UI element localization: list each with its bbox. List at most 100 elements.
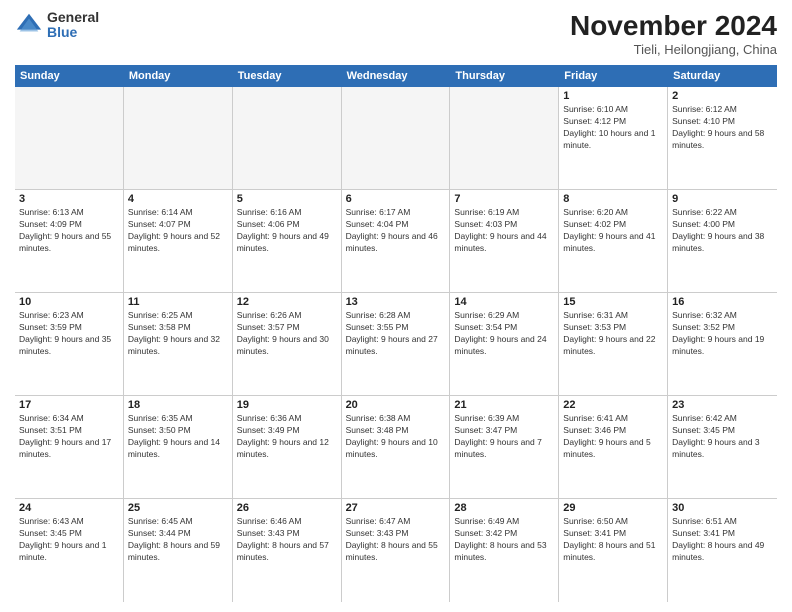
- day-number: 6: [346, 193, 446, 205]
- day-info: Sunrise: 6:25 AM Sunset: 3:58 PM Dayligh…: [128, 310, 228, 358]
- calendar-cell: 8 Sunrise: 6:20 AM Sunset: 4:02 PM Daylig…: [559, 190, 668, 292]
- day-info: Sunrise: 6:19 AM Sunset: 4:03 PM Dayligh…: [454, 207, 554, 255]
- day-info: Sunrise: 6:12 AM Sunset: 4:10 PM Dayligh…: [672, 104, 773, 152]
- logo-blue-text: Blue: [47, 25, 99, 40]
- day-info: Sunrise: 6:31 AM Sunset: 3:53 PM Dayligh…: [563, 310, 663, 358]
- header-friday: Friday: [559, 65, 668, 87]
- day-info: Sunrise: 6:29 AM Sunset: 3:54 PM Dayligh…: [454, 310, 554, 358]
- logo-text: General Blue: [47, 10, 99, 41]
- calendar-cell: 17Sunrise: 6:34 AM Sunset: 3:51 PM Dayli…: [15, 396, 124, 498]
- day-number: 14: [454, 296, 554, 308]
- day-info: Sunrise: 6:49 AM Sunset: 3:42 PM Dayligh…: [454, 516, 554, 564]
- calendar-cell: 23 Sunrise: 6:42 AM Sunset: 3:45 PM Dayli…: [668, 396, 777, 498]
- day-info: Sunrise: 6:42 AM Sunset: 3:45 PM Dayligh…: [672, 413, 773, 461]
- calendar-cell: 29 Sunrise: 6:50 AM Sunset: 3:41 PM Dayli…: [559, 499, 668, 602]
- header-wednesday: Wednesday: [342, 65, 451, 87]
- day-number: 4: [128, 193, 228, 205]
- calendar-cell: 10Sunrise: 6:23 AM Sunset: 3:59 PM Dayli…: [15, 293, 124, 395]
- calendar-cell: 18Sunrise: 6:35 AM Sunset: 3:50 PM Dayli…: [124, 396, 233, 498]
- logo: General Blue: [15, 10, 99, 41]
- day-number: 27: [346, 502, 446, 514]
- day-number: 29: [563, 502, 663, 514]
- calendar-cell: 1 Sunrise: 6:10 AM Sunset: 4:12 PM Daylig…: [559, 87, 668, 189]
- day-info: Sunrise: 6:28 AM Sunset: 3:55 PM Dayligh…: [346, 310, 446, 358]
- day-info: Sunrise: 6:39 AM Sunset: 3:47 PM Dayligh…: [454, 413, 554, 461]
- day-info: Sunrise: 6:20 AM Sunset: 4:02 PM Dayligh…: [563, 207, 663, 255]
- day-info: Sunrise: 6:50 AM Sunset: 3:41 PM Dayligh…: [563, 516, 663, 564]
- calendar-cell: 14 Sunrise: 6:29 AM Sunset: 3:54 PM Dayli…: [450, 293, 559, 395]
- day-info: Sunrise: 6:10 AM Sunset: 4:12 PM Dayligh…: [563, 104, 663, 152]
- day-number: 8: [563, 193, 663, 205]
- day-number: 7: [454, 193, 554, 205]
- header-sunday: Sunday: [15, 65, 124, 87]
- day-number: 30: [672, 502, 773, 514]
- calendar-cell: 16Sunrise: 6:32 AM Sunset: 3:52 PM Dayli…: [668, 293, 777, 395]
- day-info: Sunrise: 6:41 AM Sunset: 3:46 PM Dayligh…: [563, 413, 663, 461]
- day-number: 19: [237, 399, 337, 411]
- logo-general-text: General: [47, 10, 99, 25]
- page: General Blue November 2024 Tieli, Heilon…: [0, 0, 792, 612]
- day-number: 9: [672, 193, 773, 205]
- calendar-week-1: 3 Sunrise: 6:13 AM Sunset: 4:09 PM Daylig…: [15, 190, 777, 293]
- calendar-cell: [342, 87, 451, 189]
- calendar-week-3: 17Sunrise: 6:34 AM Sunset: 3:51 PM Dayli…: [15, 396, 777, 499]
- calendar-cell: 26 Sunrise: 6:46 AM Sunset: 3:43 PM Dayli…: [233, 499, 342, 602]
- day-info: Sunrise: 6:13 AM Sunset: 4:09 PM Dayligh…: [19, 207, 119, 255]
- day-number: 16: [672, 296, 773, 308]
- month-title: November 2024: [570, 10, 777, 42]
- day-number: 12: [237, 296, 337, 308]
- day-number: 15: [563, 296, 663, 308]
- day-info: Sunrise: 6:46 AM Sunset: 3:43 PM Dayligh…: [237, 516, 337, 564]
- calendar-header: Sunday Monday Tuesday Wednesday Thursday…: [15, 65, 777, 87]
- location: Tieli, Heilongjiang, China: [570, 42, 777, 57]
- calendar-cell: 7 Sunrise: 6:19 AM Sunset: 4:03 PM Daylig…: [450, 190, 559, 292]
- calendar-cell: [233, 87, 342, 189]
- day-info: Sunrise: 6:38 AM Sunset: 3:48 PM Dayligh…: [346, 413, 446, 461]
- day-number: 23: [672, 399, 773, 411]
- day-number: 24: [19, 502, 119, 514]
- calendar-cell: 12 Sunrise: 6:26 AM Sunset: 3:57 PM Dayli…: [233, 293, 342, 395]
- day-number: 3: [19, 193, 119, 205]
- calendar-cell: 24Sunrise: 6:43 AM Sunset: 3:45 PM Dayli…: [15, 499, 124, 602]
- day-number: 25: [128, 502, 228, 514]
- calendar: Sunday Monday Tuesday Wednesday Thursday…: [15, 65, 777, 602]
- day-number: 17: [19, 399, 119, 411]
- calendar-cell: [450, 87, 559, 189]
- calendar-cell: 9 Sunrise: 6:22 AM Sunset: 4:00 PM Daylig…: [668, 190, 777, 292]
- calendar-cell: 2 Sunrise: 6:12 AM Sunset: 4:10 PM Daylig…: [668, 87, 777, 189]
- header: General Blue November 2024 Tieli, Heilon…: [15, 10, 777, 57]
- header-tuesday: Tuesday: [233, 65, 342, 87]
- calendar-cell: [124, 87, 233, 189]
- day-number: 13: [346, 296, 446, 308]
- day-info: Sunrise: 6:17 AM Sunset: 4:04 PM Dayligh…: [346, 207, 446, 255]
- calendar-cell: 22 Sunrise: 6:41 AM Sunset: 3:46 PM Dayli…: [559, 396, 668, 498]
- day-info: Sunrise: 6:36 AM Sunset: 3:49 PM Dayligh…: [237, 413, 337, 461]
- calendar-cell: 28 Sunrise: 6:49 AM Sunset: 3:42 PM Dayli…: [450, 499, 559, 602]
- day-number: 20: [346, 399, 446, 411]
- day-info: Sunrise: 6:22 AM Sunset: 4:00 PM Dayligh…: [672, 207, 773, 255]
- day-number: 2: [672, 90, 773, 102]
- calendar-cell: 5Sunrise: 6:16 AM Sunset: 4:06 PM Daylig…: [233, 190, 342, 292]
- calendar-cell: 13 Sunrise: 6:28 AM Sunset: 3:55 PM Dayli…: [342, 293, 451, 395]
- day-number: 26: [237, 502, 337, 514]
- day-number: 11: [128, 296, 228, 308]
- calendar-week-4: 24Sunrise: 6:43 AM Sunset: 3:45 PM Dayli…: [15, 499, 777, 602]
- calendar-cell: 21Sunrise: 6:39 AM Sunset: 3:47 PM Dayli…: [450, 396, 559, 498]
- calendar-week-2: 10Sunrise: 6:23 AM Sunset: 3:59 PM Dayli…: [15, 293, 777, 396]
- day-info: Sunrise: 6:35 AM Sunset: 3:50 PM Dayligh…: [128, 413, 228, 461]
- day-info: Sunrise: 6:23 AM Sunset: 3:59 PM Dayligh…: [19, 310, 119, 358]
- day-number: 1: [563, 90, 663, 102]
- calendar-body: 1 Sunrise: 6:10 AM Sunset: 4:12 PM Daylig…: [15, 87, 777, 602]
- day-info: Sunrise: 6:26 AM Sunset: 3:57 PM Dayligh…: [237, 310, 337, 358]
- header-monday: Monday: [124, 65, 233, 87]
- calendar-cell: 3 Sunrise: 6:13 AM Sunset: 4:09 PM Daylig…: [15, 190, 124, 292]
- day-number: 28: [454, 502, 554, 514]
- calendar-week-0: 1 Sunrise: 6:10 AM Sunset: 4:12 PM Daylig…: [15, 87, 777, 190]
- calendar-cell: 4 Sunrise: 6:14 AM Sunset: 4:07 PM Daylig…: [124, 190, 233, 292]
- day-info: Sunrise: 6:51 AM Sunset: 3:41 PM Dayligh…: [672, 516, 773, 564]
- calendar-cell: 11 Sunrise: 6:25 AM Sunset: 3:58 PM Dayli…: [124, 293, 233, 395]
- day-number: 22: [563, 399, 663, 411]
- day-info: Sunrise: 6:14 AM Sunset: 4:07 PM Dayligh…: [128, 207, 228, 255]
- header-saturday: Saturday: [668, 65, 777, 87]
- header-thursday: Thursday: [450, 65, 559, 87]
